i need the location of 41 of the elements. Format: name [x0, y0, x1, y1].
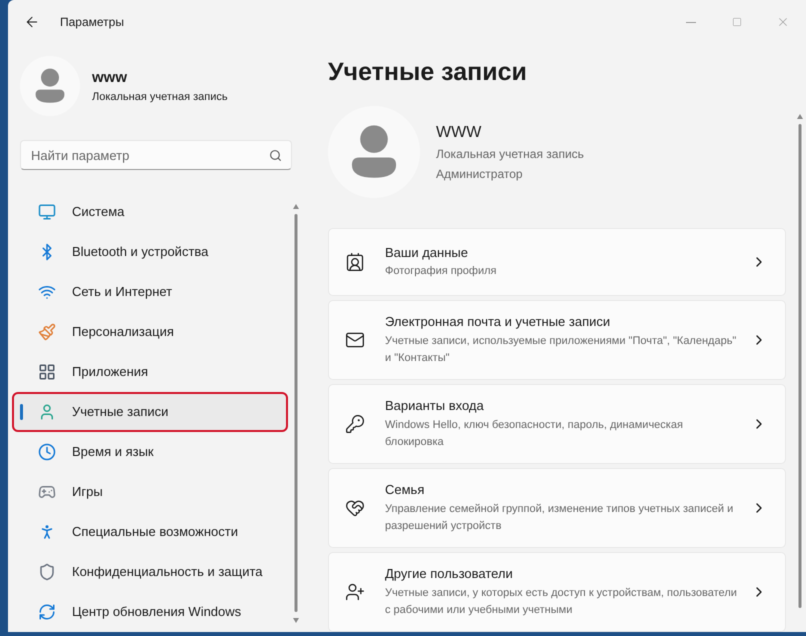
settings-card[interactable]: Электронная почта и учетные записи Учетные записи, используемые приложениями "Почта", "Календарь" и "Контакты" — [328, 300, 786, 380]
nav-item[interactable]: Центр обновления Windows — [20, 594, 286, 630]
nav-item[interactable]: Система — [20, 194, 286, 230]
profile-name: WWW — [436, 122, 482, 142]
nav-item[interactable]: Конфиденциальность и защита — [20, 554, 286, 590]
wifi-icon — [38, 283, 56, 301]
window-title: Параметры — [60, 14, 124, 31]
user-add-icon — [345, 582, 365, 602]
selection-indicator — [20, 404, 23, 420]
nav-item[interactable]: Bluetooth и устройства — [20, 234, 286, 270]
mail-icon — [345, 330, 365, 350]
brush-icon — [38, 323, 56, 341]
nav-item[interactable]: Специальные возможности — [20, 514, 286, 550]
gamepad-icon — [38, 483, 56, 501]
maximize-icon — [732, 17, 742, 27]
monitor-icon — [38, 203, 56, 221]
account-type: Локальная учетная запись — [436, 146, 584, 162]
search-field[interactable]: Найти параметр — [20, 140, 292, 170]
nav-item[interactable]: Учетные записи — [14, 394, 286, 430]
settings-card[interactable]: Ваши данные Фотография профиля — [328, 228, 786, 296]
settings-card[interactable]: Другие пользователи Учетные записи, у которых есть доступ к устройствам, пользователи с рабочими или учебными учетными — [328, 552, 786, 632]
user-avatar — [20, 56, 80, 116]
nav-item[interactable]: Время и язык — [20, 434, 286, 470]
account-role: Администратор — [436, 166, 524, 182]
settings-card[interactable]: Семья Управление семейной группой, изменение типов учетных записей и разрешений устройств — [328, 468, 786, 548]
nav-item[interactable]: Сеть и Интернет — [20, 274, 286, 310]
user-name: www — [92, 68, 128, 88]
user-icon — [38, 403, 56, 421]
search-icon — [269, 149, 282, 162]
nav-item[interactable]: Приложения — [20, 354, 286, 390]
contact-icon — [345, 252, 365, 272]
key-icon — [345, 414, 365, 434]
page-title: Учетные записи — [328, 57, 528, 88]
apps-icon — [38, 363, 56, 381]
update-icon — [38, 603, 56, 621]
account-type: Локальная учетная запись — [92, 90, 228, 105]
shield-icon — [38, 563, 56, 581]
settings-card[interactable]: Варианты входа Windows Hello, ключ безопасности, пароль, динамическая блокировка — [328, 384, 786, 464]
nav-item[interactable]: Игры — [20, 474, 286, 510]
clock-icon — [38, 443, 56, 461]
nav-item[interactable]: Персонализация — [20, 314, 286, 350]
